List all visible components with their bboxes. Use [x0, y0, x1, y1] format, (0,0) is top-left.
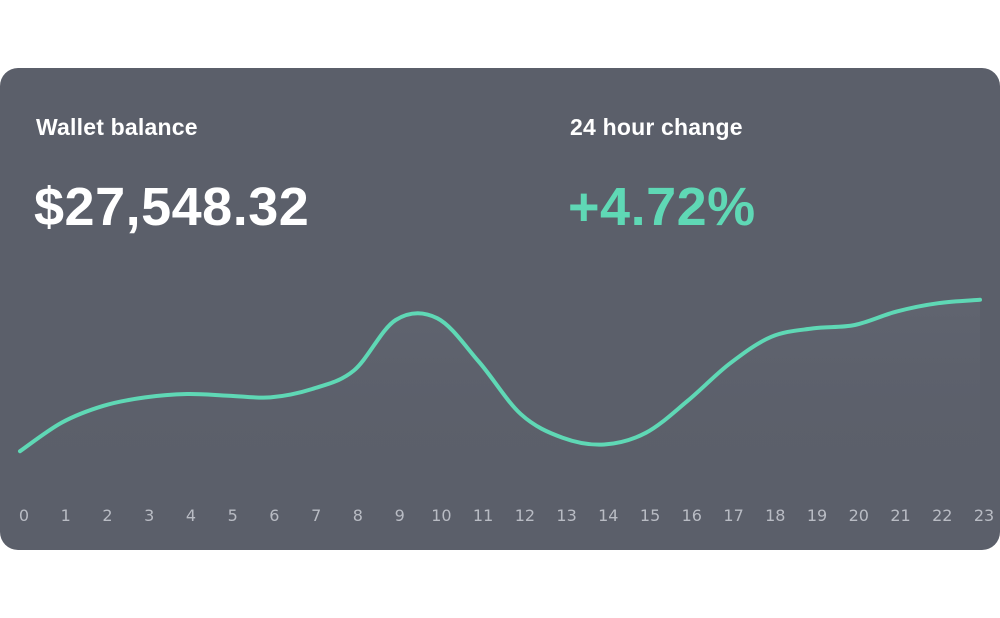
- data-point: [102, 404, 106, 408]
- data-point: [435, 316, 439, 320]
- x-tick-label: 9: [395, 506, 405, 525]
- data-point: [394, 318, 398, 322]
- x-tick-label: 12: [515, 506, 535, 525]
- balance-line-chart: 0 1 2 3 4 5 6 7 8 9 10 11 12 13 14 15 16 17 18 19 20 21 22 23: [18, 297, 994, 525]
- data-point: [227, 394, 231, 398]
- data-point: [602, 443, 606, 447]
- data-point: [936, 301, 940, 305]
- x-tick-label: 7: [311, 506, 321, 525]
- x-tick-label: 6: [269, 506, 279, 525]
- data-point: [143, 395, 147, 399]
- x-tick-label: 2: [102, 506, 112, 525]
- x-tick-label: 19: [807, 506, 827, 525]
- data-point: [728, 362, 732, 366]
- x-tick-label: 11: [473, 506, 493, 525]
- data-point: [185, 392, 189, 396]
- x-tick-label: 3: [144, 506, 154, 525]
- x-tick-label: 8: [353, 506, 363, 525]
- wallet-card: Wallet balance $27,548.32 24 hour change…: [0, 68, 1000, 550]
- x-tick-label: 17: [723, 506, 743, 525]
- data-point: [268, 395, 272, 399]
- data-point: [352, 369, 356, 373]
- data-point: [644, 431, 648, 435]
- data-point: [811, 326, 815, 330]
- data-point: [310, 387, 314, 391]
- x-tick-label: 1: [61, 506, 71, 525]
- x-tick-label: 5: [228, 506, 238, 525]
- data-point: [895, 310, 899, 314]
- data-point: [519, 412, 523, 416]
- data-point: [60, 421, 64, 425]
- x-tick-label: 23: [974, 506, 994, 525]
- x-tick-label: 20: [849, 506, 869, 525]
- x-tick-label: 22: [932, 506, 952, 525]
- data-point: [686, 399, 690, 403]
- data-point: [769, 335, 773, 339]
- x-tick-label: 21: [890, 506, 910, 525]
- x-tick-label: 18: [765, 506, 785, 525]
- data-point: [477, 360, 481, 364]
- data-point: [853, 323, 857, 327]
- x-tick-label: 16: [682, 506, 702, 525]
- x-tick-label: 0: [19, 506, 29, 525]
- data-point: [561, 436, 565, 440]
- x-tick-label: 13: [556, 506, 576, 525]
- data-point: [18, 449, 22, 453]
- x-tick-label: 14: [598, 506, 618, 525]
- x-tick-label: 4: [186, 506, 196, 525]
- x-tick-label: 15: [640, 506, 660, 525]
- data-point: [978, 298, 982, 302]
- x-tick-label: 10: [431, 506, 451, 525]
